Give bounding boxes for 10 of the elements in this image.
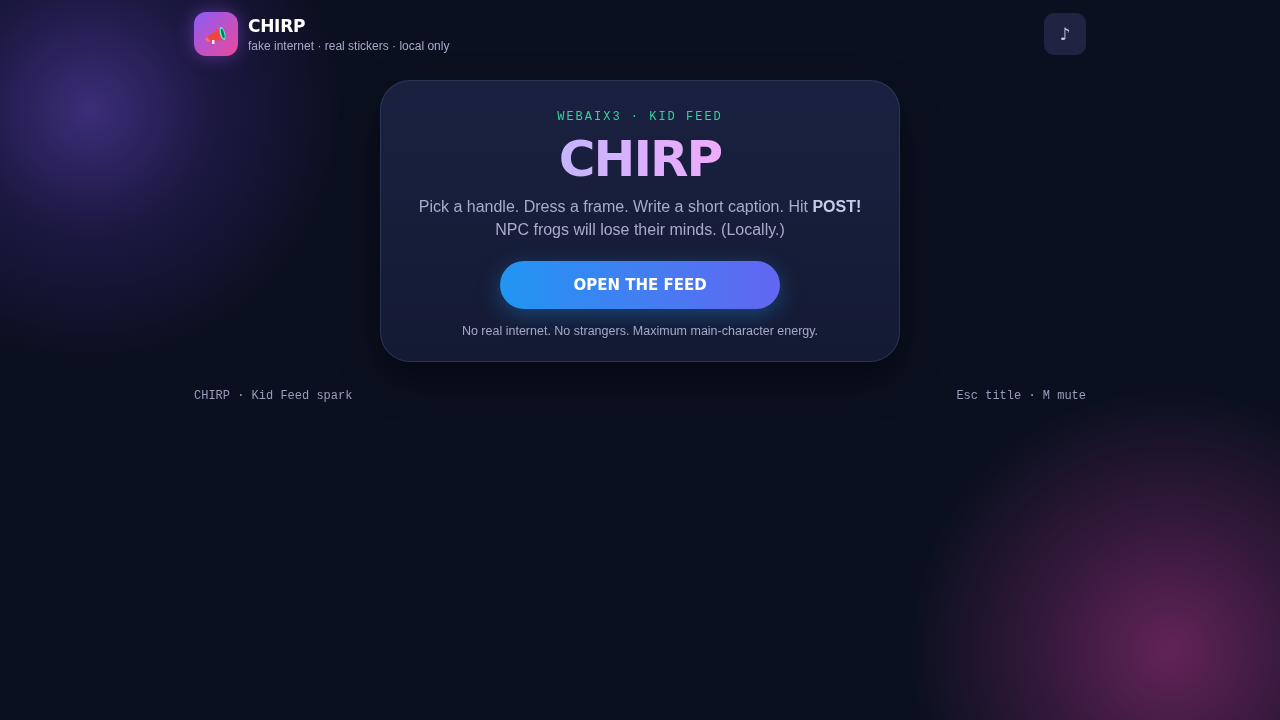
open-feed-button[interactable]: OPEN THE FEED — [500, 261, 780, 309]
footer-text: CHIRP · Kid Feed spark — [194, 389, 353, 403]
card-description: Pick a handle. Dress a frame. Write a short caption. Hit POST! NPC frogs will lose their minds. (Locally.) — [417, 197, 863, 240]
app-tagline: fake internet · real stickers · local only — [248, 38, 450, 53]
app-title: CHIRP — [248, 15, 307, 36]
card-note: No real internet. No strangers. Maximum main-character energy. — [461, 324, 819, 339]
music-button[interactable]: ♪ — [1044, 13, 1086, 55]
shortcut-hint: Esc title · M mute — [956, 389, 1086, 403]
card-eyebrow: WEBAIX3 · KID FEED — [557, 110, 723, 124]
megaphone-icon — [194, 12, 238, 56]
